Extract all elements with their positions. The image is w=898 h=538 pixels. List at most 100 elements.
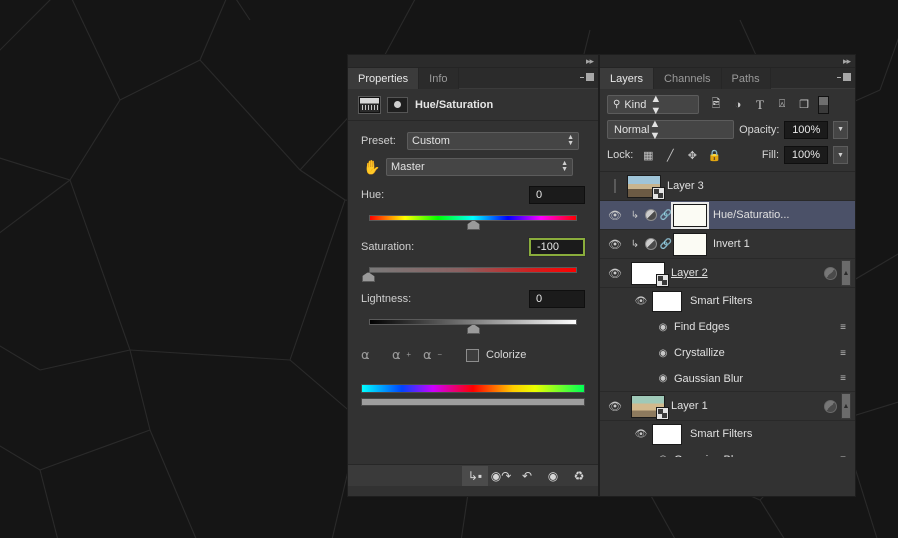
layer-scroll-up-nub[interactable]: ▲ bbox=[841, 393, 851, 419]
filter-enable-toggle[interactable] bbox=[818, 95, 829, 114]
lightness-value-input[interactable]: 0 bbox=[529, 290, 585, 308]
link-layers-icon[interactable]: 🔗 bbox=[659, 239, 673, 250]
properties-panel-menu-button[interactable] bbox=[580, 73, 594, 81]
smart-object-filter-icon[interactable]: ❐ bbox=[793, 95, 815, 114]
layer-row-right-group: ▲ bbox=[824, 260, 855, 286]
filter-blending-options-icon[interactable]: ≡ bbox=[835, 322, 851, 333]
hue-track[interactable] bbox=[369, 215, 577, 221]
tab-paths[interactable]: Paths bbox=[721, 68, 771, 89]
type-filter-icon[interactable]: T bbox=[749, 95, 771, 114]
lock-position-icon[interactable]: ✥ bbox=[685, 149, 699, 162]
opacity-dropdown-arrow[interactable]: ▼ bbox=[833, 120, 848, 139]
lock-transparent-pixels-icon[interactable]: ▦ bbox=[641, 149, 655, 162]
filter-row-gaussian-blur-2[interactable]: ◉ Gaussian Blur ≡ bbox=[600, 447, 855, 458]
layer-mask-thumbnail[interactable] bbox=[671, 201, 709, 229]
colorize-checkbox[interactable] bbox=[466, 348, 479, 362]
fill-input[interactable]: 100% bbox=[784, 146, 828, 164]
layer-scroll-up-nub[interactable]: ▲ bbox=[841, 260, 851, 286]
layer-thumbnail[interactable] bbox=[627, 174, 665, 200]
hue-value-input[interactable]: 0 bbox=[529, 186, 585, 204]
link-layers-icon[interactable]: 🔗 bbox=[659, 210, 673, 221]
smart-filter-mask-thumbnail[interactable] bbox=[652, 423, 682, 445]
visibility-toggle[interactable]: 👁 bbox=[630, 429, 652, 440]
visibility-toggle[interactable] bbox=[603, 179, 627, 193]
filter-blending-options-icon[interactable]: ≡ bbox=[835, 454, 851, 457]
collapse-chevrons-icon[interactable]: ▸▸ bbox=[843, 56, 851, 67]
visibility-toggle[interactable]: ◉ bbox=[652, 373, 674, 384]
colorize-row[interactable]: Colorize bbox=[466, 348, 526, 362]
tab-paths-label: Paths bbox=[731, 72, 760, 85]
lock-image-pixels-icon[interactable]: ╱ bbox=[663, 149, 677, 162]
filter-row-find-edges[interactable]: ◉ Find Edges ≡ bbox=[600, 314, 855, 340]
tab-layers[interactable]: Layers bbox=[600, 68, 655, 89]
delete-adjustment-button[interactable]: ♻ bbox=[566, 466, 592, 486]
lightness-track[interactable] bbox=[369, 319, 577, 325]
tab-properties[interactable]: Properties bbox=[348, 68, 420, 89]
smart-filters-label: Smart Filters bbox=[690, 428, 753, 440]
lock-all-icon[interactable]: 🔒 bbox=[707, 149, 721, 162]
adjustment-properties-icon[interactable] bbox=[358, 95, 381, 114]
shape-filter-icon[interactable]: ⍓ bbox=[771, 95, 793, 114]
visibility-toggle[interactable]: 👁 bbox=[603, 400, 627, 413]
layers-panel-menu-button[interactable] bbox=[837, 73, 851, 81]
toggle-previous-state-button[interactable]: ◉↷ bbox=[488, 466, 514, 486]
hand-scrub-icon[interactable]: ✋ bbox=[361, 158, 383, 176]
toggle-visibility-button[interactable]: ◉ bbox=[540, 466, 566, 486]
filter-blending-options-icon[interactable]: ≡ bbox=[835, 348, 851, 359]
visibility-toggle[interactable]: 👁 bbox=[603, 238, 627, 251]
visibility-toggle[interactable]: 👁 bbox=[603, 267, 627, 280]
adjustment-layer-icon[interactable] bbox=[643, 238, 659, 251]
visibility-toggle[interactable]: ◉ bbox=[652, 322, 674, 333]
smart-filters-indicator-icon[interactable] bbox=[824, 399, 837, 413]
eyedropper-subtract-icon[interactable]: ⍺ − bbox=[423, 346, 442, 364]
layer-thumbnail[interactable] bbox=[631, 394, 669, 420]
layer-row-layer-2[interactable]: 👁 Layer 2 ▲ bbox=[600, 259, 855, 288]
filter-right-group: ≡ bbox=[835, 454, 855, 457]
visibility-toggle[interactable]: 👁 bbox=[630, 296, 652, 307]
layer-list[interactable]: Layer 3 👁 ↳ 🔗 Hue/Saturatio... 👁 ↳ 🔗 Inv… bbox=[600, 172, 855, 457]
visibility-toggle[interactable]: ◉ bbox=[652, 348, 674, 359]
saturation-track[interactable] bbox=[369, 267, 577, 273]
saturation-slider-thumb[interactable] bbox=[361, 272, 375, 282]
hue-slider-thumb[interactable] bbox=[467, 220, 480, 230]
layer-thumbnail[interactable] bbox=[631, 261, 669, 287]
tab-info[interactable]: Info bbox=[419, 68, 459, 89]
eyedropper-icon[interactable]: ⍺ bbox=[361, 346, 379, 364]
smart-filters-row[interactable]: 👁 Smart Filters bbox=[600, 421, 855, 447]
visibility-toggle[interactable]: 👁 bbox=[603, 209, 627, 222]
layer-row-hue-saturation[interactable]: 👁 ↳ 🔗 Hue/Saturatio... bbox=[600, 201, 855, 230]
saturation-track-wrap[interactable] bbox=[361, 264, 585, 282]
tab-channels[interactable]: Channels bbox=[654, 68, 722, 89]
adjustment-layer-icon[interactable] bbox=[643, 209, 659, 222]
layer-row-layer-3[interactable]: Layer 3 bbox=[600, 172, 855, 201]
channel-select[interactable]: Master ▲ ▼ bbox=[386, 158, 573, 176]
layers-panel-grip[interactable]: ▸▸ bbox=[600, 55, 855, 68]
smart-filters-row[interactable]: 👁 Smart Filters bbox=[600, 288, 855, 314]
opacity-input[interactable]: 100% bbox=[784, 120, 829, 139]
properties-panel-grip[interactable]: ▸▸ bbox=[348, 55, 598, 68]
adjustment-filter-icon[interactable]: ◑ bbox=[727, 95, 749, 114]
mask-properties-icon[interactable] bbox=[387, 96, 408, 113]
filter-row-crystallize[interactable]: ◉ Crystallize ≡ bbox=[600, 340, 855, 366]
filter-row-gaussian-blur-1[interactable]: ◉ Gaussian Blur ≡ bbox=[600, 366, 855, 392]
smart-filters-indicator-icon[interactable] bbox=[824, 266, 837, 280]
reset-button[interactable]: ↶ bbox=[514, 466, 540, 486]
filter-kind-select[interactable]: ⚲ Kind ▲ ▼ bbox=[607, 93, 699, 117]
lightness-track-wrap[interactable] bbox=[361, 316, 585, 334]
eyedropper-add-icon[interactable]: ⍺ + bbox=[392, 346, 411, 364]
pixel-filter-icon[interactable]: 🖻 bbox=[705, 95, 727, 114]
lightness-slider-thumb[interactable] bbox=[467, 324, 480, 334]
layer-row-layer-1[interactable]: 👁 Layer 1 ▲ bbox=[600, 392, 855, 421]
preset-select[interactable]: Custom ▲ ▼ bbox=[407, 132, 579, 150]
blend-mode-select[interactable]: Normal ▲ ▼ bbox=[607, 118, 735, 142]
saturation-value-input[interactable]: -100 bbox=[529, 238, 585, 256]
fill-dropdown-arrow[interactable]: ▼ bbox=[833, 146, 848, 164]
clip-to-layer-button[interactable]: ↳▪ bbox=[462, 465, 488, 486]
smart-filter-mask-thumbnail[interactable] bbox=[652, 290, 682, 312]
collapse-chevrons-icon[interactable]: ▸▸ bbox=[586, 56, 594, 67]
layer-row-invert-1[interactable]: 👁 ↳ 🔗 Invert 1 bbox=[600, 230, 855, 259]
layer-mask-thumbnail[interactable] bbox=[673, 232, 707, 256]
filter-blending-options-icon[interactable]: ≡ bbox=[835, 373, 851, 384]
visibility-toggle[interactable]: ◉ bbox=[652, 454, 674, 457]
hue-track-wrap[interactable] bbox=[361, 212, 585, 230]
